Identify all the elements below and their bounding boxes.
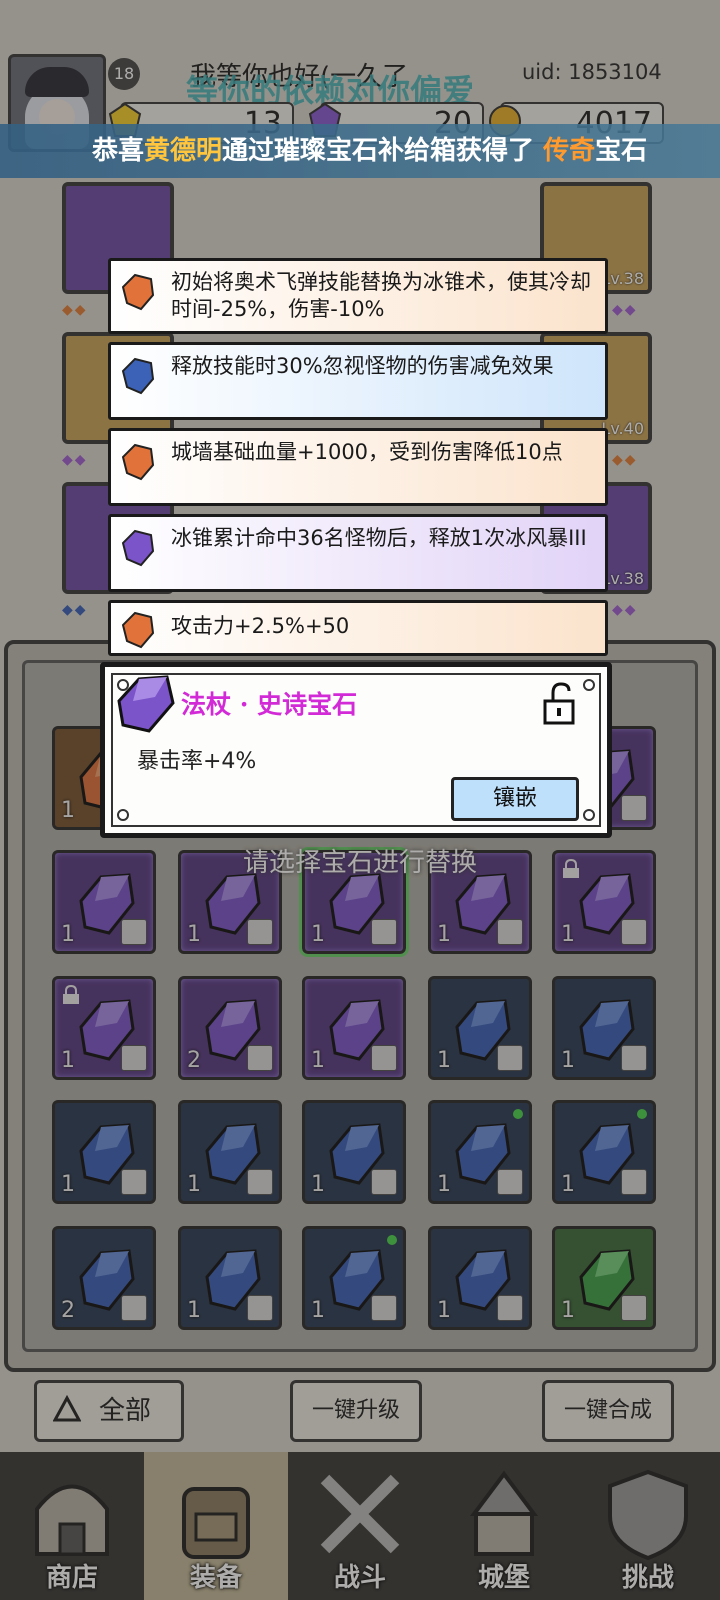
skill-text: 释放技能时30%忽视怪物的伤害减免效果: [171, 354, 554, 378]
skill-card: 城墙基础血量+1000，受到伤害降低10点: [108, 428, 608, 506]
marquee-suffix: 宝石: [595, 136, 648, 166]
announcement-marquee: 恭喜黄德明通过璀璨宝石补给箱获得了 传奇宝石: [0, 124, 720, 178]
skill-card: 攻击力+2.5%+50: [108, 600, 608, 656]
popup-gem-title: 法杖 · 史诗宝石: [181, 690, 358, 719]
skill-card: 初始将奥术飞弹技能替换为冰锥术，使其冷却时间-25%，伤害-10%: [108, 258, 608, 334]
gem-detail-popup: 法杖 · 史诗宝石 暴击率+4% 镶嵌: [100, 662, 612, 838]
marquee-rarity: 传奇: [543, 136, 596, 166]
orange-gem-icon: [121, 443, 155, 481]
purple-gem-icon: [121, 529, 155, 567]
skill-card: 释放技能时30%忽视怪物的伤害减免效果: [108, 342, 608, 420]
inlay-button[interactable]: 镶嵌: [451, 777, 579, 821]
skill-text: 城墙基础血量+1000，受到伤害降低10点: [171, 440, 563, 464]
unlock-icon[interactable]: [541, 681, 581, 725]
skill-text: 攻击力+2.5%+50: [171, 614, 350, 638]
popup-gem-description: 暴击率+4%: [137, 749, 257, 774]
skill-text: 初始将奥术飞弹技能替换为冰锥术，使其冷却时间-25%，伤害-10%: [171, 270, 591, 321]
orange-gem-icon: [121, 273, 155, 311]
orange-gem-icon: [121, 611, 155, 649]
marquee-player: 黄德明: [144, 136, 223, 166]
blue-gem-icon: [121, 357, 155, 395]
marquee-prefix: 恭喜: [92, 136, 145, 166]
marquee-middle: 通过璀璨宝石补给箱获得了: [222, 136, 535, 166]
skill-text: 冰锥累计命中36名怪物后，释放1次冰风暴III: [171, 526, 587, 550]
staff-epic-gem-icon: [117, 675, 175, 733]
skill-card: 冰锥累计命中36名怪物后，释放1次冰风暴III: [108, 514, 608, 592]
